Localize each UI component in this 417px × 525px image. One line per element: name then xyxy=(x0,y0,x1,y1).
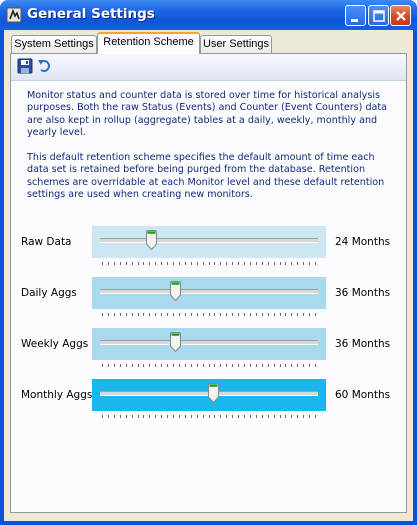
undo-icon[interactable] xyxy=(37,58,53,74)
close-icon xyxy=(396,11,406,21)
retention-slider[interactable] xyxy=(92,277,326,316)
retention-slider[interactable] xyxy=(92,379,326,418)
slider-track xyxy=(100,340,318,345)
minimize-icon xyxy=(351,19,358,22)
slider-label: Raw Data xyxy=(21,236,72,248)
minimize-button[interactable] xyxy=(345,5,366,26)
slider-thumb[interactable] xyxy=(146,230,158,251)
slider-value: 24 Months xyxy=(335,236,391,248)
slider-ticks xyxy=(102,404,316,418)
slider-value: 36 Months xyxy=(335,338,391,350)
maximize-icon xyxy=(373,10,385,22)
slider-track xyxy=(100,238,318,243)
tab-user-settings[interactable]: User Settings xyxy=(200,35,272,53)
tab-retention-scheme[interactable]: Retention Scheme xyxy=(97,32,200,54)
retention-slider[interactable] xyxy=(92,328,326,367)
slider-label: Weekly Aggs xyxy=(21,338,89,350)
slider-thumb[interactable] xyxy=(169,281,181,302)
slider-ticks xyxy=(102,353,316,367)
slider-track xyxy=(100,289,318,294)
close-button[interactable] xyxy=(390,5,411,26)
slider-thumb[interactable] xyxy=(169,332,181,353)
slider-label: Daily Aggs xyxy=(21,287,77,299)
window-client-area: System Settings Retention Scheme User Se… xyxy=(4,30,413,521)
tab-system-settings[interactable]: System Settings xyxy=(11,35,97,53)
toolbar xyxy=(11,54,406,81)
maximize-button[interactable] xyxy=(368,5,389,26)
slider-thumb[interactable] xyxy=(208,383,220,404)
tab-strip: System Settings Retention Scheme User Se… xyxy=(4,30,413,54)
app-icon xyxy=(6,7,22,23)
settings-window: General Settings System Settings Retenti… xyxy=(0,0,417,525)
slider-label: Monthly Aggs xyxy=(21,389,93,401)
slider-ticks xyxy=(102,251,316,265)
retention-scheme-panel: Monitor status and counter data is store… xyxy=(10,53,407,513)
slider-value: 60 Months xyxy=(335,389,391,401)
slider-ticks xyxy=(102,302,316,316)
title-bar[interactable]: General Settings xyxy=(0,0,417,30)
retention-slider[interactable] xyxy=(92,226,326,265)
description-paragraph-1: Monitor status and counter data is store… xyxy=(27,90,388,139)
window-title: General Settings xyxy=(27,6,155,22)
description-paragraph-2: This default retention scheme specifies … xyxy=(27,152,385,201)
slider-value: 36 Months xyxy=(335,287,391,299)
save-icon[interactable] xyxy=(17,58,33,74)
